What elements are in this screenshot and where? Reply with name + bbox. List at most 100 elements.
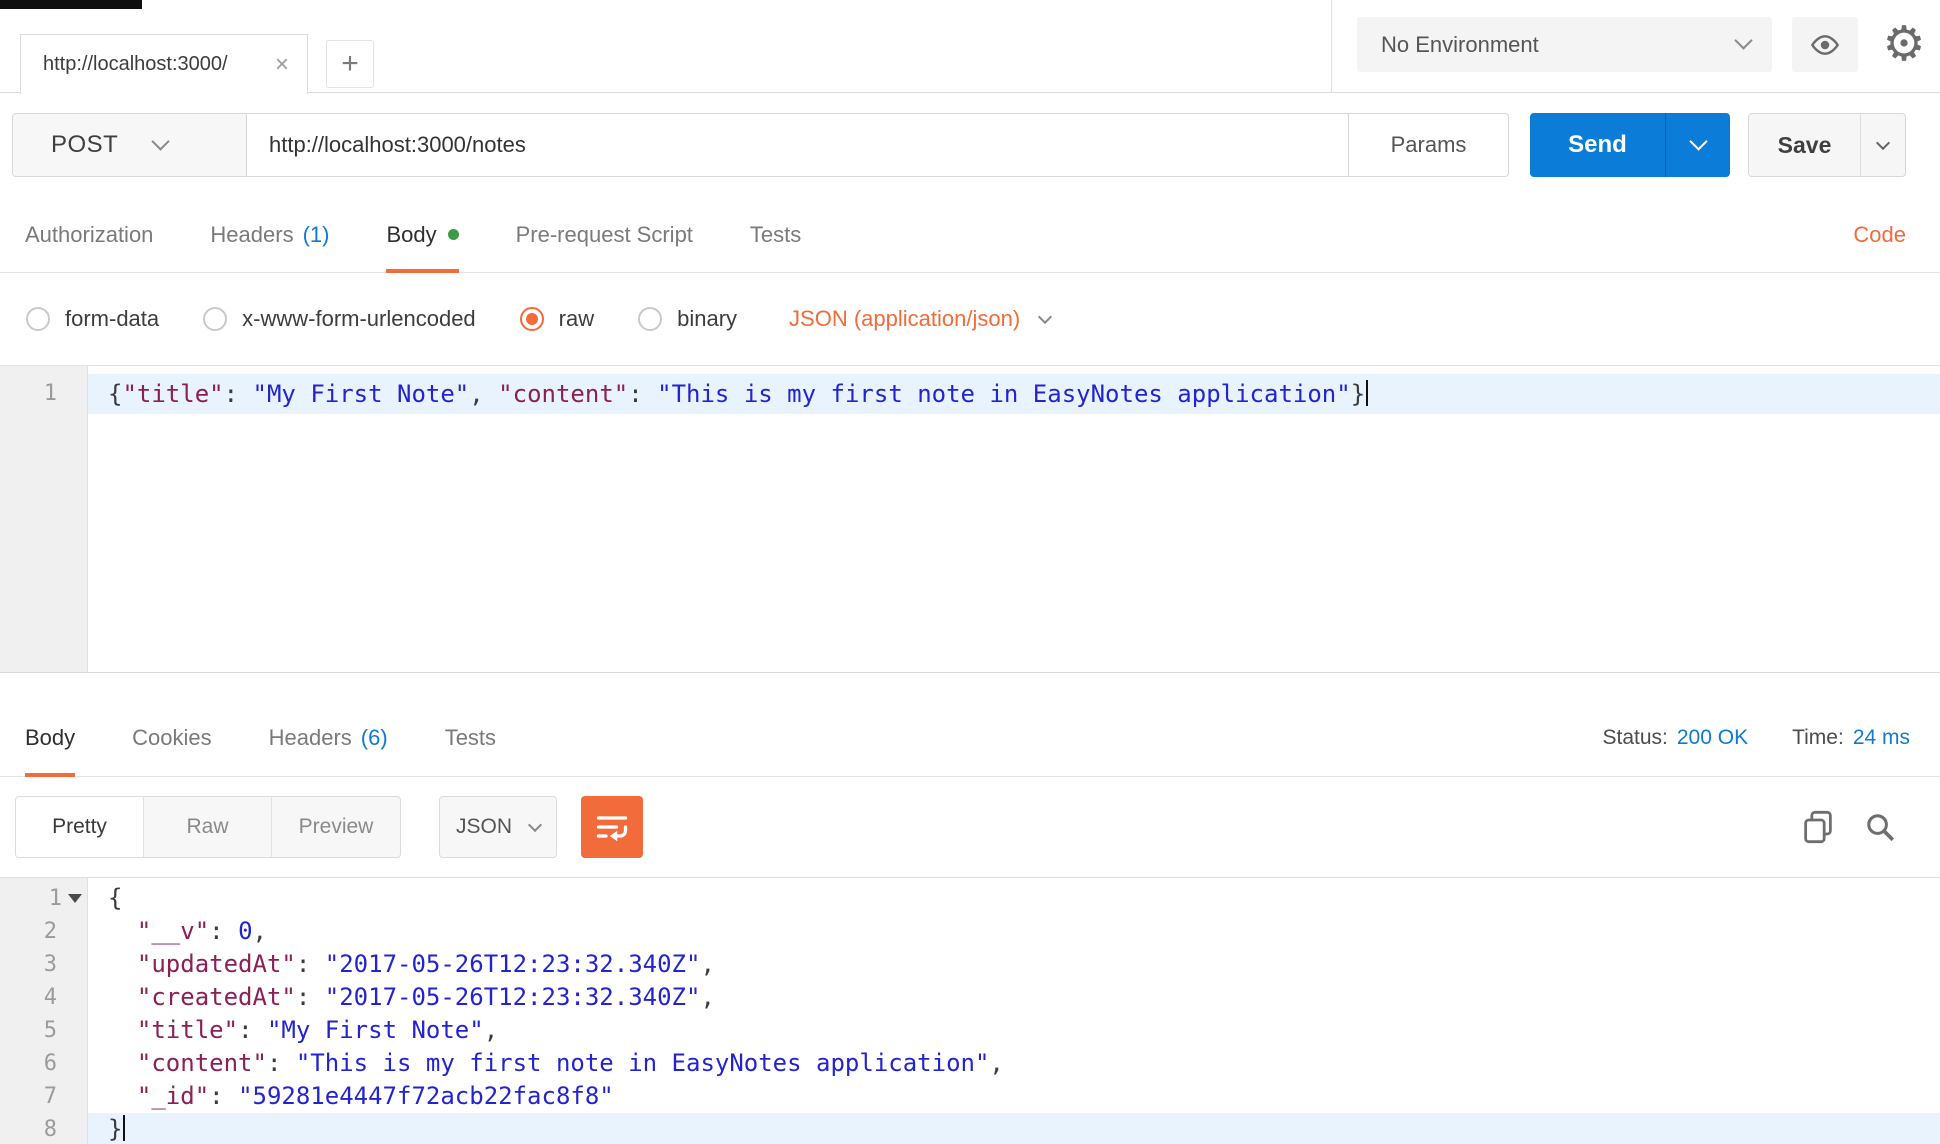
postman-app: http://localhost:3000/ × + No Environmen… xyxy=(0,0,1940,1144)
tab-body-label: Body xyxy=(386,221,437,247)
copy-icon[interactable] xyxy=(1802,810,1834,844)
tab-authorization[interactable]: Authorization xyxy=(25,197,153,272)
status-label: Status: xyxy=(1602,725,1668,749)
time-value: 24 ms xyxy=(1852,725,1910,749)
method-value: POST xyxy=(51,131,119,158)
code-line: "updatedAt": "2017-05-26T12:23:32.340Z", xyxy=(136,950,715,978)
editor-gutter: 1 xyxy=(0,366,88,672)
response-body-viewer[interactable]: 1 2 3 4 5 6 7 8 { "__v": 0, "updatedAt": "2017-… xyxy=(0,877,1940,1144)
code-line[interactable]: {"title": "My First Note", "content": "T… xyxy=(88,374,1940,414)
text-cursor xyxy=(1366,380,1369,406)
wrap-text-button[interactable] xyxy=(581,796,643,858)
wrap-text-icon xyxy=(596,816,628,842)
editor-code-area[interactable]: {"title": "My First Note", "content": "T… xyxy=(88,366,1940,672)
save-button[interactable]: Save xyxy=(1748,113,1906,177)
send-label[interactable]: Send xyxy=(1530,113,1666,177)
code-line: "title": "My First Note", xyxy=(136,1016,499,1044)
mode-binary[interactable]: binary xyxy=(638,306,737,332)
request-body-editor[interactable]: 1 {"title": "My First Note", "content": … xyxy=(0,365,1940,673)
search-icon[interactable] xyxy=(1864,811,1896,843)
environment-quick-look-button[interactable] xyxy=(1792,17,1858,72)
response-tab-tests[interactable]: Tests xyxy=(445,699,496,776)
line-number: 5 xyxy=(43,1018,57,1043)
radio-selected-icon[interactable] xyxy=(519,307,544,331)
mode-form-data[interactable]: form-data xyxy=(26,306,159,332)
gear-icon: ⚙ xyxy=(1882,18,1926,71)
line-number: 1 xyxy=(43,381,57,406)
view-raw-button[interactable]: Raw xyxy=(144,797,272,857)
response-language-select[interactable]: JSON xyxy=(439,796,557,858)
line-number: 7 xyxy=(43,1084,57,1109)
code-line: } xyxy=(88,1113,1940,1144)
chevron-down-icon xyxy=(1734,31,1753,50)
code-link[interactable]: Code xyxy=(1853,222,1906,248)
send-button[interactable]: Send xyxy=(1530,113,1730,177)
tab-headers[interactable]: Headers (1) xyxy=(210,197,329,272)
line-number: 8 xyxy=(43,1117,57,1142)
view-preview-button[interactable]: Preview xyxy=(272,797,400,857)
fold-caret-icon[interactable] xyxy=(68,894,82,903)
response-tab-headers-label: Headers xyxy=(268,724,352,750)
request-tab-title: http://localhost:3000/ xyxy=(43,53,228,75)
url-input[interactable]: http://localhost:3000/notes xyxy=(247,113,1348,177)
url-value: http://localhost:3000/notes xyxy=(269,132,526,157)
window-edge xyxy=(0,0,142,9)
app-topbar: http://localhost:3000/ × + No Environmen… xyxy=(0,0,1940,94)
send-options-button[interactable] xyxy=(1666,113,1730,177)
radio-icon[interactable] xyxy=(638,307,663,331)
line-number: 4 xyxy=(43,985,57,1010)
radio-icon[interactable] xyxy=(26,307,50,331)
method-select[interactable]: POST xyxy=(12,113,247,177)
request-tabs: Authorization Headers (1) Body Pre-reque… xyxy=(0,197,1940,273)
settings-button[interactable]: ⚙ xyxy=(1872,12,1936,76)
environment-value: No Environment xyxy=(1381,31,1539,57)
mode-urlencoded[interactable]: x-www-form-urlencoded xyxy=(203,306,476,332)
environment-selector[interactable]: No Environment xyxy=(1357,17,1772,72)
code-line: "content": "This is my first note in Eas… xyxy=(136,1049,1004,1077)
line-number: 1 xyxy=(0,882,87,915)
response-tab-body[interactable]: Body xyxy=(25,699,76,777)
code-line: "__v": 0, xyxy=(136,917,267,945)
response-language-value: JSON xyxy=(455,815,512,838)
code-line: "_id": "59281e4447f72acb22fac8f8" xyxy=(136,1082,614,1110)
pane-separator xyxy=(0,673,1940,699)
tab-close-icon[interactable]: × xyxy=(275,52,289,77)
response-tab-headers[interactable]: Headers (6) xyxy=(269,699,388,776)
time-label: Time: xyxy=(1792,725,1844,749)
editor-code-area: { "__v": 0, "updatedAt": "2017-05-26T12:… xyxy=(88,878,1940,1144)
mode-raw[interactable]: raw xyxy=(519,306,595,332)
response-headers-count-badge: (6) xyxy=(360,724,388,750)
eye-icon xyxy=(1810,34,1840,55)
topbar-divider xyxy=(1331,0,1332,92)
tab-headers-label: Headers xyxy=(210,221,294,247)
save-label[interactable]: Save xyxy=(1749,114,1861,176)
view-pretty-button[interactable]: Pretty xyxy=(16,797,144,857)
body-mode-row: form-data x-www-form-urlencoded raw bina… xyxy=(0,273,1940,365)
code-line: { xyxy=(108,884,123,912)
mode-raw-label: raw xyxy=(558,306,595,331)
request-tab[interactable]: http://localhost:3000/ × xyxy=(20,34,308,94)
line-number: 6 xyxy=(43,1051,57,1076)
new-tab-button[interactable]: + xyxy=(326,40,374,88)
request-builder-bar: POST http://localhost:3000/notes Params … xyxy=(0,93,1940,197)
mode-form-data-label: form-data xyxy=(65,306,160,331)
params-button[interactable]: Params xyxy=(1348,113,1509,177)
tab-prerequest-script[interactable]: Pre-request Script xyxy=(516,197,693,272)
line-number: 2 xyxy=(43,919,57,944)
save-options-button[interactable] xyxy=(1861,114,1905,176)
content-type-select[interactable]: JSON (application/json) xyxy=(789,306,1053,332)
response-toolbar: Pretty Raw Preview JSON xyxy=(0,777,1940,877)
mode-urlencoded-label: x-www-form-urlencoded xyxy=(242,306,476,331)
response-actions xyxy=(1802,810,1896,844)
tab-body[interactable]: Body xyxy=(386,197,459,273)
radio-icon[interactable] xyxy=(203,307,228,331)
body-content-dot xyxy=(447,229,459,240)
code-line: "createdAt": "2017-05-26T12:23:32.340Z", xyxy=(136,983,715,1011)
chevron-down-icon xyxy=(1875,135,1891,150)
response-tab-cookies[interactable]: Cookies xyxy=(132,699,211,776)
chevron-down-icon xyxy=(1038,309,1053,324)
content-type-value: JSON (application/json) xyxy=(789,306,1021,331)
tab-tests[interactable]: Tests xyxy=(750,197,801,272)
editor-gutter: 1 2 3 4 5 6 7 8 xyxy=(0,878,88,1144)
chevron-down-icon xyxy=(1688,131,1708,151)
